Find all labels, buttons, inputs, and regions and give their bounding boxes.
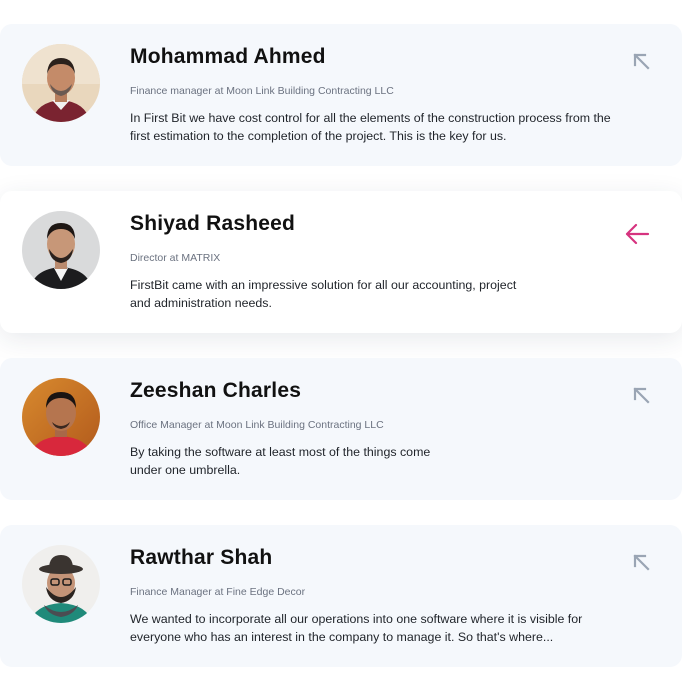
person-name: Rawthar Shah [130, 546, 273, 569]
testimonials-list: Mohammad Ahmed Finance manager at Moon L… [0, 0, 682, 692]
avatar [22, 378, 100, 456]
person-role: Office Manager at Moon Link Building Con… [130, 419, 384, 431]
person-name: Mohammad Ahmed [130, 45, 326, 68]
arrow-left-icon[interactable] [624, 223, 650, 245]
person-role: Finance manager at Moon Link Building Co… [130, 85, 394, 97]
person-name: Zeeshan Charles [130, 379, 302, 402]
testimonial-quote: FirstBit came with an impressive solutio… [130, 278, 517, 310]
testimonial-card[interactable]: Zeeshan Charles Office Manager at Moon L… [0, 358, 682, 500]
avatar [22, 211, 100, 289]
testimonial-quote: In First Bit we have cost control for al… [130, 111, 611, 143]
testimonial-quote: By taking the software at least most of … [130, 445, 431, 477]
person-name: Shiyad Rasheed [130, 212, 296, 235]
testimonial-card[interactable]: Mohammad Ahmed Finance manager at Moon L… [0, 24, 682, 166]
person-role: Finance Manager at Fine Edge Decor [130, 586, 306, 598]
person-role: Director at MATRIX [130, 252, 221, 264]
arrow-up-left-icon[interactable] [630, 384, 652, 406]
arrow-up-left-icon[interactable] [630, 551, 652, 573]
arrow-up-left-icon[interactable] [630, 50, 652, 72]
avatar [22, 44, 100, 122]
testimonial-quote: We wanted to incorporate all our operati… [130, 612, 583, 644]
testimonial-card[interactable]: Rawthar Shah Finance Manager at Fine Edg… [0, 525, 682, 667]
testimonial-card-active[interactable]: Shiyad Rasheed Director at MATRIX FirstB… [0, 191, 682, 333]
avatar [22, 545, 100, 623]
